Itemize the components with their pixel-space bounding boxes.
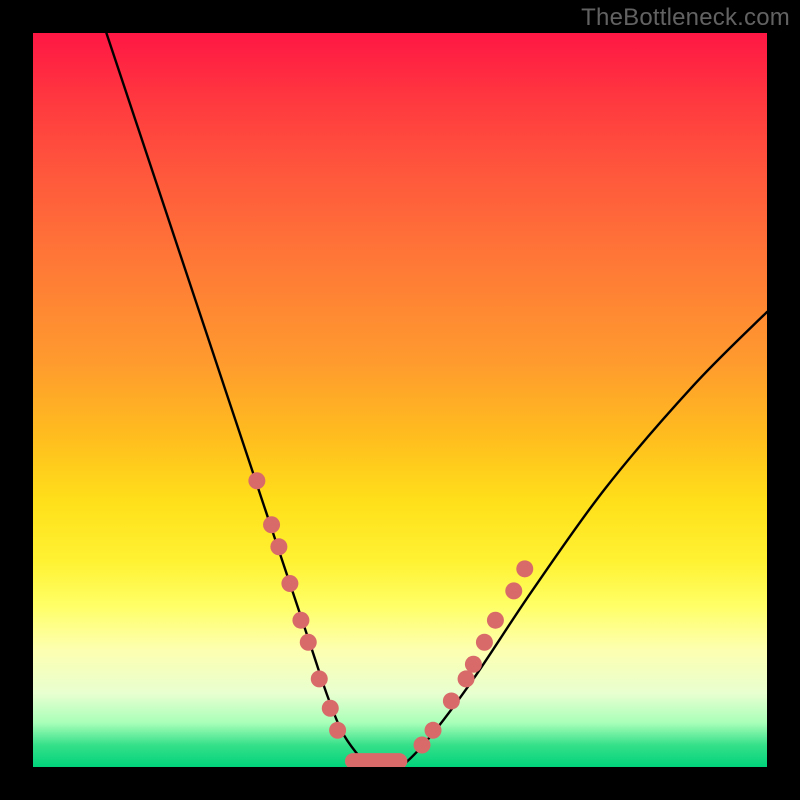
marker-dot bbox=[425, 722, 442, 739]
plot-area bbox=[33, 33, 767, 767]
marker-dot bbox=[329, 722, 346, 739]
marker-dot bbox=[263, 516, 280, 533]
marker-dot bbox=[516, 560, 533, 577]
marker-dot bbox=[311, 670, 328, 687]
marker-dot bbox=[505, 582, 522, 599]
marker-dot bbox=[465, 656, 482, 673]
marker-dot bbox=[292, 612, 309, 629]
markers-layer bbox=[248, 472, 533, 753]
marker-dot bbox=[300, 634, 317, 651]
marker-dot bbox=[458, 670, 475, 687]
marker-dot bbox=[248, 472, 265, 489]
marker-dot bbox=[322, 700, 339, 717]
marker-dot bbox=[414, 736, 431, 753]
curve-layer bbox=[106, 33, 767, 767]
chart-frame: TheBottleneck.com bbox=[0, 0, 800, 800]
marker-dot bbox=[270, 538, 287, 555]
flat-bottom-bar bbox=[345, 753, 407, 767]
chart-svg bbox=[33, 33, 767, 767]
flat-bar-layer bbox=[345, 753, 407, 767]
marker-dot bbox=[487, 612, 504, 629]
bottleneck-curve bbox=[106, 33, 767, 767]
marker-dot bbox=[281, 575, 298, 592]
marker-dot bbox=[443, 692, 460, 709]
watermark-text: TheBottleneck.com bbox=[581, 4, 790, 32]
marker-dot bbox=[476, 634, 493, 651]
